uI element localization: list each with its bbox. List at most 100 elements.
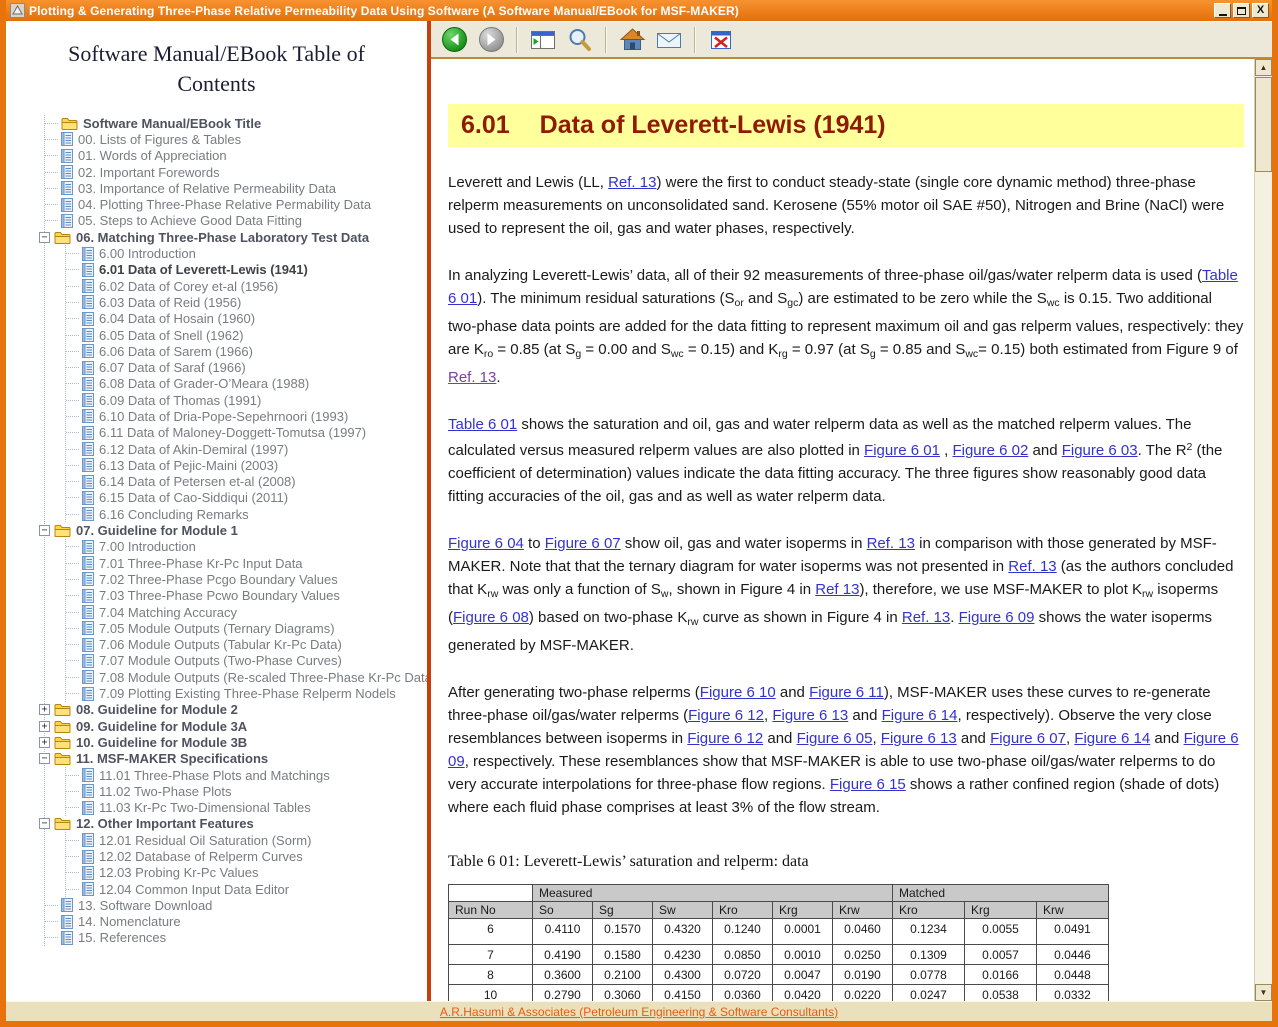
forward-button[interactable] — [476, 25, 506, 55]
toc-folder-item[interactable]: +10. Guideline for Module 3B — [45, 734, 427, 750]
toc-folder-item[interactable]: −11. MSF-MAKER Specifications — [45, 751, 427, 767]
content-link[interactable]: Figure 6 14 — [882, 707, 958, 724]
toc-page-item[interactable]: 12.02 Database of Relperm Curves — [66, 848, 427, 864]
toc-page-item[interactable]: 6.00 Introduction — [66, 245, 427, 261]
toc-page-item[interactable]: 6.05 Data of Snell (1962) — [66, 327, 427, 343]
toc-page-item[interactable]: 15. References — [45, 930, 427, 946]
toc-page-item[interactable]: 00. Lists of Figures & Tables — [45, 131, 427, 147]
toc-folder-item[interactable]: +08. Guideline for Module 2 — [45, 702, 427, 718]
content-link[interactable]: Figure 6 13 — [772, 707, 848, 724]
toc-page-item[interactable]: 6.07 Data of Saraf (1966) — [66, 359, 427, 375]
collapse-icon[interactable]: − — [39, 753, 50, 764]
content-link[interactable]: Figure 6 15 — [830, 776, 906, 793]
toc-folder-item[interactable]: −12. Other Important Features — [45, 816, 427, 832]
toc-page-item[interactable]: 7.04 Matching Accuracy — [66, 604, 427, 620]
toc-page-item[interactable]: 6.09 Data of Thomas (1991) — [66, 392, 427, 408]
email-button[interactable] — [654, 25, 684, 55]
scroll-down-button[interactable]: ▼ — [1255, 984, 1272, 1001]
content-link[interactable]: Figure 6 04 — [448, 535, 524, 552]
minimize-button[interactable] — [1214, 3, 1231, 18]
toc-page-item[interactable]: 7.07 Module Outputs (Two-Phase Curves) — [66, 653, 427, 669]
toc-page-item[interactable]: 05. Steps to Achieve Good Data Fitting — [45, 213, 427, 229]
toc-page-item[interactable]: 7.05 Module Outputs (Ternary Diagrams) — [66, 620, 427, 636]
content-link[interactable]: Figure 6 10 — [700, 684, 776, 701]
toc-page-item[interactable]: 6.12 Data of Akin-Demiral (1997) — [66, 441, 427, 457]
toc-page-item[interactable]: 12.03 Probing Kr-Pc Values — [66, 865, 427, 881]
exit-button[interactable] — [706, 25, 736, 55]
toc-page-item[interactable]: 02. Important Forewords — [45, 164, 427, 180]
toc-page-item[interactable]: 12.01 Residual Oil Saturation (Sorm) — [66, 832, 427, 848]
toc-page-item[interactable]: 04. Plotting Three-Phase Relative Permab… — [45, 196, 427, 212]
toc-page-item[interactable]: 6.02 Data of Corey et-al (1956) — [66, 278, 427, 294]
toc-page-item[interactable]: 6.10 Data of Dria-Pope-Sepehrnoori (1993… — [66, 408, 427, 424]
toc-page-item[interactable]: 6.13 Data of Pejic-Maini (2003) — [66, 457, 427, 473]
content-link[interactable]: Figure 6 01 — [864, 442, 940, 459]
back-button[interactable] — [439, 25, 469, 55]
content-link[interactable]: Figure 6 08 — [453, 609, 529, 626]
toggle-contents-button[interactable] — [528, 25, 558, 55]
toc-page-item[interactable]: 6.03 Data of Reid (1956) — [66, 294, 427, 310]
toc-page-item[interactable]: 6.06 Data of Sarem (1966) — [66, 343, 427, 359]
content-link[interactable]: Ref. 13 — [867, 535, 915, 552]
toc-page-item[interactable]: 6.01 Data of Leverett-Lewis (1941) — [66, 262, 427, 278]
content-link[interactable]: Figure 6 02 — [952, 442, 1028, 459]
content-link[interactable]: Table 6 01 — [448, 267, 1238, 307]
expand-icon[interactable]: + — [39, 721, 50, 732]
expand-icon[interactable]: + — [39, 737, 50, 748]
toc-page-item[interactable]: 12.04 Common Input Data Editor — [66, 881, 427, 897]
scrollbar-thumb[interactable] — [1255, 77, 1272, 172]
content-link[interactable]: Table 6 01 — [448, 416, 517, 433]
content-link[interactable]: Ref. 13 — [902, 609, 950, 626]
content-link[interactable]: Figure 6 12 — [688, 707, 764, 724]
toc-page-item[interactable]: 11.02 Two-Phase Plots — [66, 783, 427, 799]
search-button[interactable] — [565, 25, 595, 55]
toc-page-item[interactable]: 7.00 Introduction — [66, 539, 427, 555]
toc-folder-item[interactable]: +09. Guideline for Module 3A — [45, 718, 427, 734]
content-link[interactable]: Figure 6 13 — [881, 730, 957, 747]
company-link[interactable]: A.R.Hasumi & Associates (Petroleum Engin… — [440, 1005, 838, 1019]
toc-page-item[interactable]: 6.14 Data of Petersen et-al (2008) — [66, 474, 427, 490]
content-link[interactable]: Ref. 13 — [608, 174, 656, 191]
toc-folder-item[interactable]: −07. Guideline for Module 1 — [45, 522, 427, 538]
toc-page-item[interactable]: 6.04 Data of Hosain (1960) — [66, 311, 427, 327]
content-link[interactable]: Ref. 13 — [1008, 558, 1056, 575]
toc-folder-item[interactable]: Software Manual/EBook Title — [45, 115, 427, 131]
content-link[interactable]: Figure 6 09 — [959, 609, 1035, 626]
close-button[interactable]: X — [1252, 3, 1269, 18]
scroll-up-button[interactable]: ▲ — [1255, 59, 1272, 76]
content-link[interactable]: Figure 6 14 — [1074, 730, 1150, 747]
toc-page-item[interactable]: 7.08 Module Outputs (Re-scaled Three-Pha… — [66, 669, 427, 685]
toc-page-item[interactable]: 6.16 Concluding Remarks — [66, 506, 427, 522]
maximize-button[interactable] — [1233, 3, 1250, 18]
toc-page-item[interactable]: 11.03 Kr-Pc Two-Dimensional Tables — [66, 799, 427, 815]
content-link[interactable]: Ref 13 — [815, 581, 859, 598]
toc-page-item[interactable]: 7.01 Three-Phase Kr-Pc Input Data — [66, 555, 427, 571]
toc-page-item[interactable]: 01. Words of Appreciation — [45, 148, 427, 164]
home-button[interactable] — [617, 25, 647, 55]
toc-page-item[interactable]: 03. Importance of Relative Permeability … — [45, 180, 427, 196]
toc-page-item[interactable]: 13. Software Download — [45, 897, 427, 913]
collapse-icon[interactable]: − — [39, 232, 50, 243]
content-link[interactable]: Figure 6 07 — [990, 730, 1066, 747]
toc-page-item[interactable]: 7.02 Three-Phase Pcgo Boundary Values — [66, 571, 427, 587]
titlebar[interactable]: Plotting & Generating Three-Phase Relati… — [6, 0, 1272, 21]
toc-page-item[interactable]: 6.08 Data of Grader-O’Meara (1988) — [66, 376, 427, 392]
collapse-icon[interactable]: − — [39, 818, 50, 829]
toc-page-item[interactable]: 6.11 Data of Maloney-Doggett-Tomutsa (19… — [66, 425, 427, 441]
toc-page-item[interactable]: 11.01 Three-Phase Plots and Matchings — [66, 767, 427, 783]
toc-folder-item[interactable]: −06. Matching Three-Phase Laboratory Tes… — [45, 229, 427, 245]
toc-page-item[interactable]: 14. Nomenclature — [45, 914, 427, 930]
content-link[interactable]: Figure 6 03 — [1062, 442, 1138, 459]
collapse-icon[interactable]: − — [39, 525, 50, 536]
content-link[interactable]: Figure 6 11 — [809, 684, 884, 701]
expand-icon[interactable]: + — [39, 704, 50, 715]
toc-page-item[interactable]: 7.06 Module Outputs (Tabular Kr-Pc Data) — [66, 637, 427, 653]
content-link[interactable]: Figure 6 05 — [797, 730, 873, 747]
content-link[interactable]: Figure 6 07 — [545, 535, 621, 552]
vertical-scrollbar[interactable]: ▲ ▼ — [1254, 59, 1272, 1001]
content-link[interactable]: Figure 6 12 — [687, 730, 763, 747]
toc-page-item[interactable]: 6.15 Data of Cao-Siddiqui (2011) — [66, 490, 427, 506]
content-link[interactable]: Ref. 13 — [448, 369, 496, 386]
toc-page-item[interactable]: 7.03 Three-Phase Pcwo Boundary Values — [66, 588, 427, 604]
toc-page-item[interactable]: 7.09 Plotting Existing Three-Phase Relpe… — [66, 685, 427, 701]
